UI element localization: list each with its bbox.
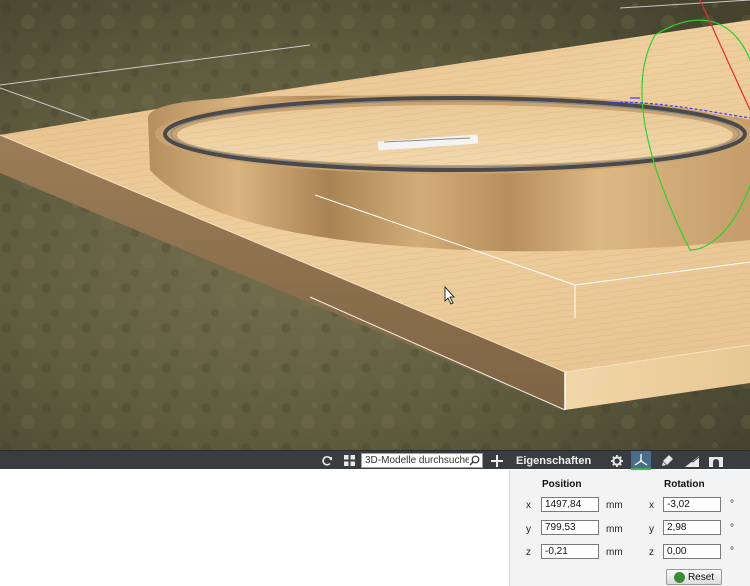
rotation-x-label: x (649, 500, 654, 511)
plus-icon (491, 454, 503, 467)
rotation-z-unit: ° (730, 546, 734, 557)
position-y-label: y (526, 524, 531, 535)
grid-icon (343, 455, 355, 466)
position-header: Position (542, 479, 582, 490)
terrain-tool-button[interactable] (682, 451, 702, 470)
tunnel-icon (709, 456, 723, 467)
reset-button[interactable]: Reset (666, 569, 722, 585)
axis-gizmo-icon (634, 453, 648, 466)
search-icon[interactable] (469, 455, 480, 466)
reset-icon (673, 571, 685, 583)
model-search-input[interactable] (365, 454, 469, 467)
rotation-header: Rotation (664, 479, 705, 490)
transform-tool-button[interactable] (631, 451, 651, 470)
position-x-unit: mm (606, 500, 623, 511)
properties-panel: Position Rotation x mm y mm z mm x ° y °… (509, 470, 750, 586)
reset-label: Reset (687, 571, 715, 583)
position-z-label: z (526, 547, 531, 558)
settings-button[interactable] (608, 451, 626, 470)
rotation-y-unit: ° (730, 523, 734, 534)
bottom-toolbar: Eigenschaften (0, 450, 750, 470)
rotation-x-field[interactable] (663, 497, 721, 512)
terrain-icon (685, 455, 699, 467)
rotation-x-unit: ° (730, 499, 734, 510)
position-z-field[interactable] (541, 544, 599, 559)
position-x-field[interactable] (541, 497, 599, 512)
add-model-button[interactable] (488, 451, 506, 470)
gear-icon (611, 454, 623, 467)
position-y-unit: mm (606, 524, 623, 535)
oval-inner-grain (177, 105, 733, 165)
rotation-y-label: y (649, 524, 654, 535)
viewport-scene[interactable] (0, 0, 750, 450)
rotation-y-field[interactable] (663, 520, 721, 535)
app-window: Eigenschaften (0, 0, 750, 586)
position-z-unit: mm (606, 547, 623, 558)
3d-viewport[interactable] (0, 0, 750, 450)
position-x-label: x (526, 500, 531, 511)
position-y-field[interactable] (541, 520, 599, 535)
grid-view-button[interactable] (340, 451, 358, 470)
refresh-button[interactable] (318, 451, 336, 470)
brush-icon (661, 455, 673, 466)
paint-tool-button[interactable] (658, 451, 676, 470)
model-search-box[interactable] (361, 453, 483, 468)
tunnel-tool-button[interactable] (706, 451, 726, 470)
refresh-icon (322, 455, 332, 466)
properties-title: Eigenschaften (516, 454, 592, 467)
rotation-z-label: z (649, 547, 654, 558)
rotation-z-field[interactable] (663, 544, 721, 559)
